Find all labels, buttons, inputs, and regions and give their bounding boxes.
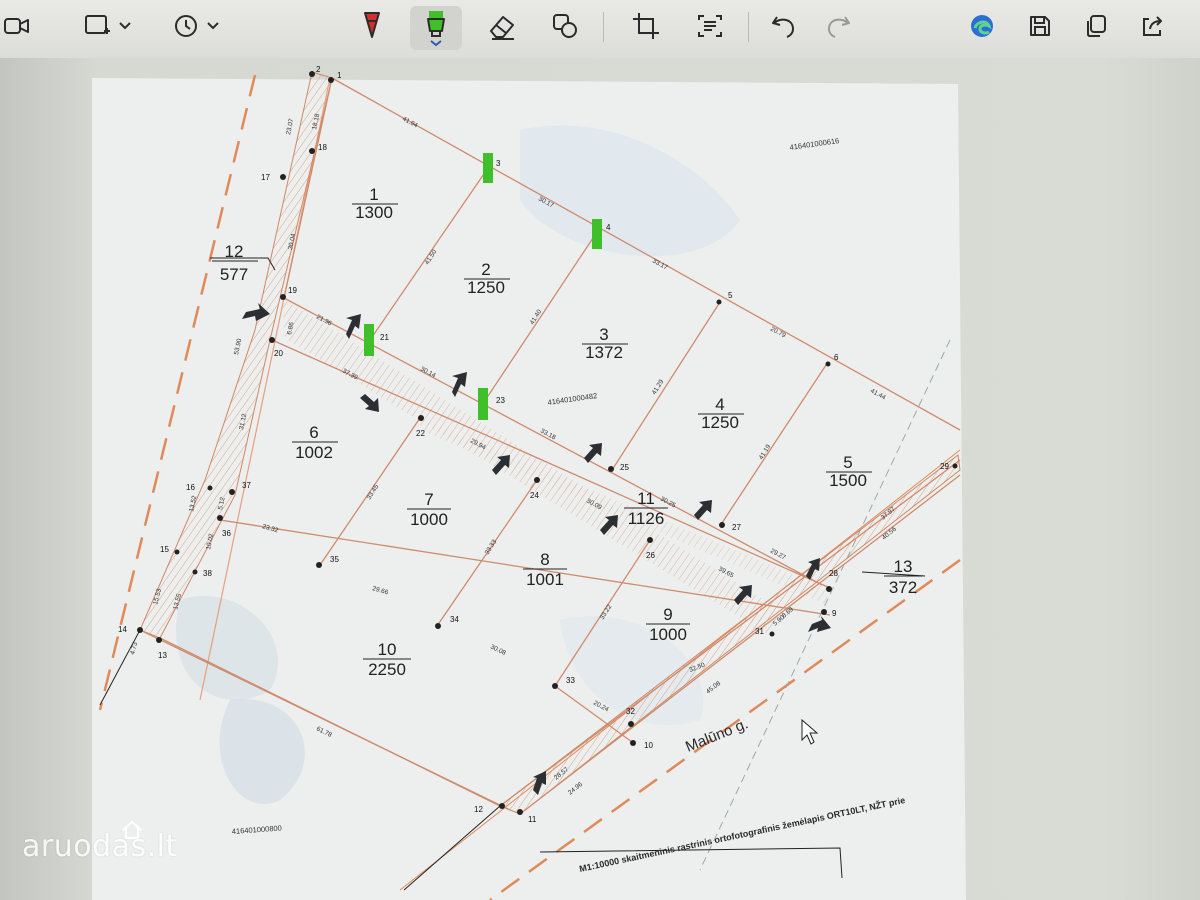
plot-number: 8 [540,550,549,569]
plot-area: 1300 [355,203,393,222]
video-camera-icon[interactable] [0,6,34,46]
plot-area: 1500 [829,471,867,490]
svg-text:23: 23 [496,396,505,405]
svg-text:18: 18 [318,143,327,152]
plot-number: 5 [843,453,852,472]
svg-text:12: 12 [474,805,483,814]
plot-area: 1250 [701,413,739,432]
svg-text:14: 14 [118,625,127,634]
plot-area: 2250 [368,660,406,679]
svg-text:28: 28 [829,569,838,578]
svg-text:13: 13 [158,651,167,660]
edge-icon[interactable] [964,6,1000,46]
plot-area: 577 [220,265,248,284]
crop-icon[interactable] [626,6,666,46]
svg-text:22: 22 [416,429,425,438]
plot-area: 1002 [295,443,333,462]
toolbar-separator [748,12,749,42]
plot-area: 1372 [585,343,623,362]
svg-text:4: 4 [606,223,611,232]
text-recognition-icon[interactable] [690,6,730,46]
timer-button[interactable] [170,6,226,46]
svg-text:16: 16 [186,483,195,492]
plot-number: 10 [378,640,397,659]
plot-area: 1250 [467,278,505,297]
plot-area: 1000 [649,625,687,644]
plot-area: 1001 [526,570,564,589]
svg-text:33: 33 [566,676,575,685]
svg-text:35: 35 [330,555,339,564]
svg-text:6: 6 [834,353,839,362]
svg-text:2: 2 [316,65,321,74]
svg-text:36: 36 [222,529,231,538]
plot-number: 3 [599,325,608,344]
svg-text:24: 24 [530,491,539,500]
cadastral-map: 11300 21250 31372 41250 51500 61002 7100… [92,65,966,900]
undo-icon[interactable] [764,6,804,46]
svg-text:25: 25 [620,463,629,472]
svg-text:26: 26 [646,551,655,560]
plot-number: 13 [894,557,913,576]
shapes-icon[interactable] [545,6,585,46]
plot-area: 1126 [628,509,665,528]
svg-text:5: 5 [728,291,733,300]
svg-text:34: 34 [450,615,459,624]
plot-number: 4 [715,395,724,414]
plot-number: 9 [663,605,672,624]
eraser-icon[interactable] [482,6,522,46]
svg-text:17: 17 [261,173,270,182]
copy-icon[interactable] [1076,6,1116,46]
toolbar-separator [603,12,604,42]
rectangle-select-button[interactable] [80,6,136,46]
redo-icon[interactable] [818,6,858,46]
svg-text:19: 19 [288,286,297,295]
svg-text:21: 21 [380,333,389,342]
snip-canvas: 1 1300 2 1250 3 1372 4 1250 5 1500 6 1002 7 100… [0,58,1200,900]
svg-text:31: 31 [755,627,764,636]
plot-number: 1 [369,185,378,204]
svg-text:9: 9 [832,609,837,618]
svg-text:10: 10 [644,741,653,750]
svg-text:20: 20 [274,349,283,358]
svg-text:38: 38 [203,569,212,578]
plot-number: 7 [424,490,433,509]
svg-text:11: 11 [528,815,537,824]
plot-number: 12 [225,242,244,261]
svg-text:29: 29 [940,462,949,471]
svg-text:3: 3 [496,159,501,168]
svg-text:15: 15 [160,545,169,554]
plot-area: 1000 [410,510,448,529]
svg-text:1: 1 [337,71,342,80]
svg-text:27: 27 [732,523,741,532]
snip-toolbar [0,0,1200,59]
svg-text:37: 37 [242,481,251,490]
plot-area: 372 [889,578,917,597]
share-icon[interactable] [1132,6,1172,46]
plot-number: 2 [481,260,490,279]
plot-number: 6 [309,423,318,442]
svg-text:32: 32 [626,707,635,716]
plot-number: 11 [637,489,655,508]
highlighter-icon[interactable] [410,6,462,50]
watermark: aruodas.lt [22,818,177,864]
pen-icon[interactable] [352,6,392,46]
save-icon[interactable] [1020,6,1060,46]
watermark-text: aruodas.lt [22,829,178,864]
